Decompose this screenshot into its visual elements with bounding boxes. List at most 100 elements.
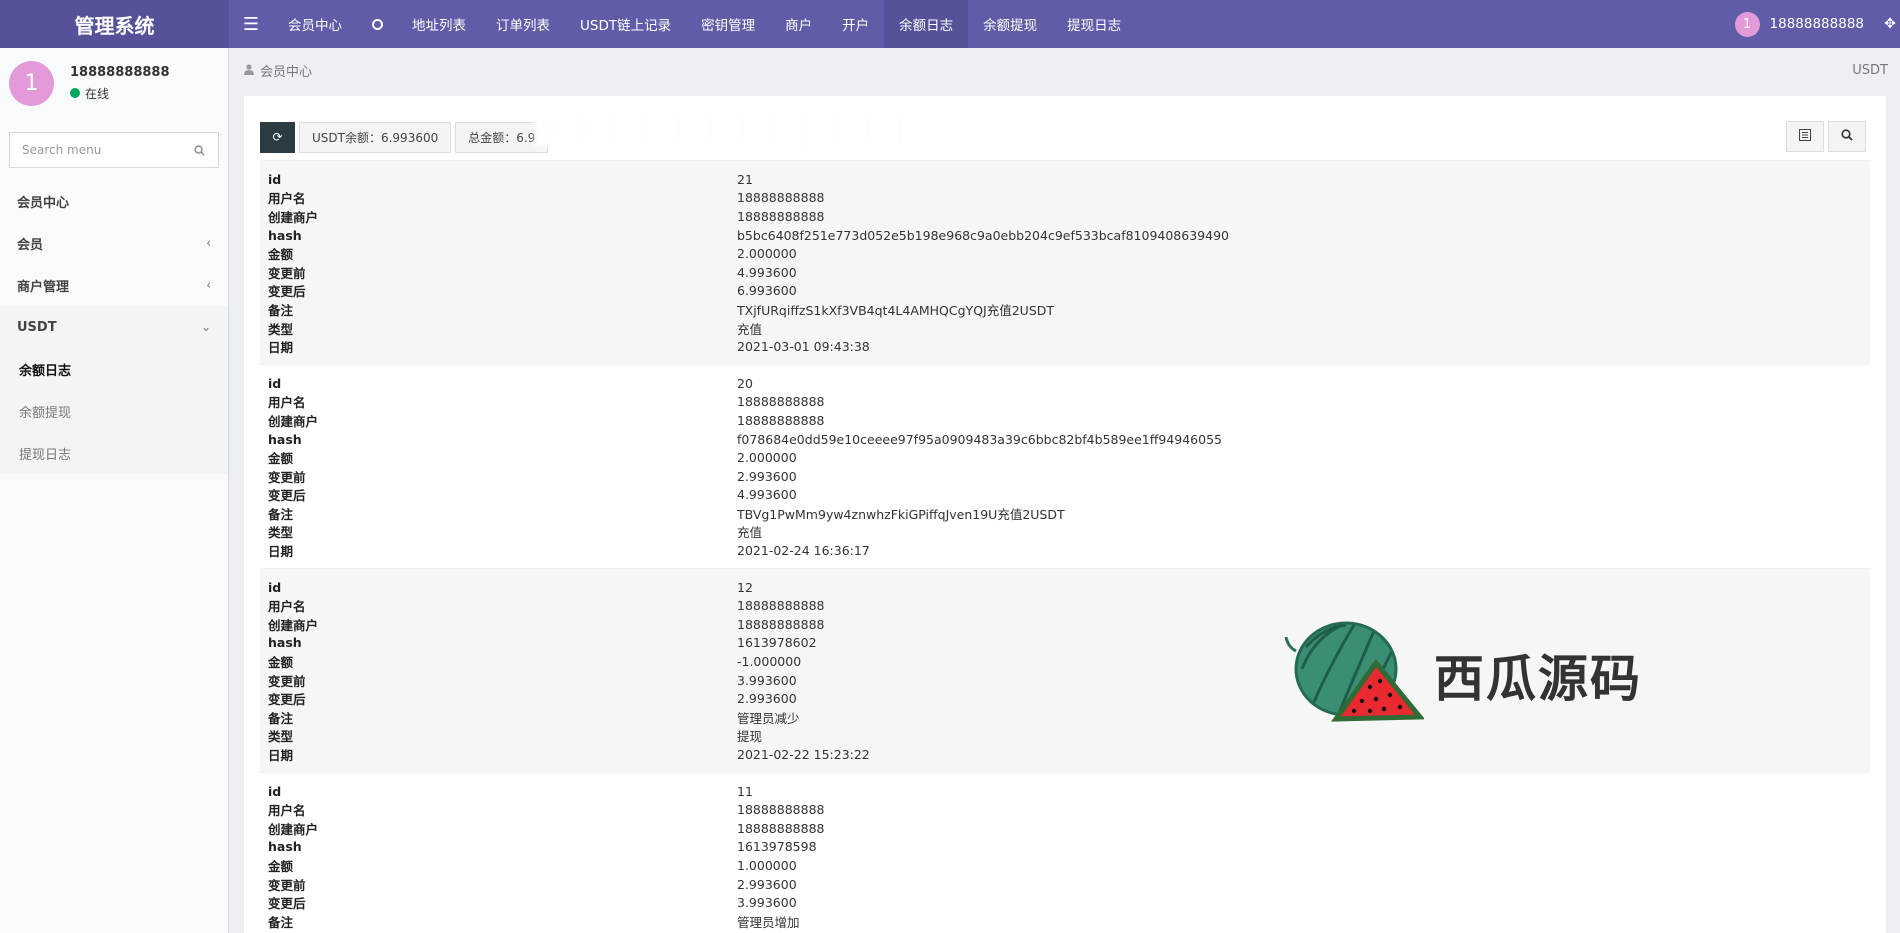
field-value: b5bc6408f251e773d052e5b198e968c9a0ebb204… xyxy=(737,227,1229,243)
field-label: id xyxy=(268,375,282,391)
field-value: 2.993600 xyxy=(737,691,797,707)
field-value: 6.993600 xyxy=(737,283,797,299)
field-label: id xyxy=(268,579,282,595)
sidebar: 1 18888888888 在线 会员中心 会员 ‹ 商户管理 ‹ USDT ⌄… xyxy=(0,48,229,933)
field-value: 2.993600 xyxy=(737,468,797,484)
record-row-id: id 20 xyxy=(260,374,1870,393)
nav-balance-withdraw[interactable]: 余额提现 xyxy=(968,0,1052,48)
record-row-type: 类型 充值 xyxy=(260,523,1870,542)
nav-usdt-chain-records[interactable]: USDT链上记录 xyxy=(565,0,686,48)
records-list: id 21 用户名 18888888888 创建商户 18888888888 hash b5b… xyxy=(260,160,1870,933)
field-value: 1.000000 xyxy=(737,857,797,873)
nav-balance-log[interactable]: 余额日志 xyxy=(884,0,969,48)
sidebar-item-balance-log[interactable]: 余额日志 xyxy=(0,348,228,390)
refresh-icon: ⟳ xyxy=(272,130,283,144)
sidebar-item-label: 会员 xyxy=(17,237,44,253)
user-menu-name: 18888888888 xyxy=(1769,16,1864,32)
app-logo[interactable]: 管理系统 xyxy=(0,0,229,48)
breadcrumb-current[interactable]: 会员中心 xyxy=(260,61,312,80)
field-value: TXjfURqiffzS1kXf3VB4qt4L4AMHQCgYQJ充值2USD… xyxy=(737,302,1055,318)
sidebar-item-member[interactable]: 会员 ‹ xyxy=(0,222,228,264)
field-label: hash xyxy=(268,839,302,855)
field-value: 1613978598 xyxy=(737,839,817,855)
record-row-remark: 备注 TXjfURqiffzS1kXf3VB4qt4L4AMHQCgYQJ充值2U… xyxy=(260,300,1870,319)
field-label: 日期 xyxy=(268,340,294,356)
search-menu-input[interactable] xyxy=(22,143,192,157)
nav-merchant[interactable]: 商户 xyxy=(770,0,827,48)
field-label: 变更前 xyxy=(268,673,306,689)
nav-open-account[interactable]: 开户 xyxy=(827,0,884,48)
nav-withdraw-log[interactable]: 提现日志 xyxy=(1052,0,1136,48)
record-row-type: 类型 提现 xyxy=(260,727,1870,746)
record-row-remark: 备注 TBVg1PwMm9yw4znwhzFkiGPiffqJven19U充值2U… xyxy=(260,504,1870,523)
field-label: 创建商户 xyxy=(268,617,319,633)
field-value: 4.993600 xyxy=(737,487,797,503)
field-value: 管理员减少 xyxy=(737,710,800,726)
field-label: 变更后 xyxy=(268,692,306,708)
record-row-hash: hash b5bc6408f251e773d052e5b198e968c9a0eb… xyxy=(260,226,1870,245)
search-icon[interactable] xyxy=(192,143,206,157)
search-button[interactable] xyxy=(1828,121,1866,152)
field-label: 变更后 xyxy=(268,896,306,912)
field-label: 用户名 xyxy=(268,599,306,615)
nav-circle-button[interactable] xyxy=(357,0,397,48)
nav-address-list[interactable]: 地址列表 xyxy=(397,0,481,48)
top-right-area: 1 18888888888 ✥ xyxy=(1719,0,1900,48)
record-row-merchant: 创建商户 18888888888 xyxy=(260,615,1870,634)
user-name: 18888888888 xyxy=(70,64,170,80)
field-value: 18888888888 xyxy=(737,598,825,614)
field-label: 变更后 xyxy=(268,284,306,300)
record-item: id 12 用户名 18888888888 创建商户 18888888888 hash 161… xyxy=(260,567,1870,772)
refresh-button[interactable]: ⟳ xyxy=(260,121,295,153)
field-label: 类型 xyxy=(268,525,294,541)
field-value: 18888888888 xyxy=(737,616,825,632)
user-menu[interactable]: 1 18888888888 xyxy=(1719,0,1880,48)
field-label: 用户名 xyxy=(268,803,306,819)
sidebar-item-balance-withdraw[interactable]: 余额提现 xyxy=(0,390,228,432)
breadcrumb: 会员中心 USDT xyxy=(230,48,1900,93)
record-row-hash: hash 1613978602 xyxy=(260,634,1870,653)
record-row-before: 变更前 2.993600 xyxy=(260,467,1870,486)
record-row-username: 用户名 18888888888 xyxy=(260,189,1870,208)
field-value: 18888888888 xyxy=(737,208,825,224)
field-label: 备注 xyxy=(268,914,294,930)
sidebar-toggle-button[interactable]: ☰ xyxy=(229,0,273,48)
nav-member-center[interactable]: 会员中心 xyxy=(273,0,357,48)
nav-key-management[interactable]: 密钥管理 xyxy=(686,0,770,48)
record-row-merchant: 创建商户 18888888888 xyxy=(260,411,1870,430)
sidebar-item-label: USDT xyxy=(17,319,57,335)
usdt-balance-badge: USDT余额：6.993600 xyxy=(299,121,452,153)
top-nav: ☰ 会员中心 地址列表 订单列表 USDT链上记录 密钥管理 商户 开户 余额日… xyxy=(229,0,1136,48)
record-item: id 20 用户名 18888888888 创建商户 18888888888 hash f07… xyxy=(260,363,1870,568)
search-menu-box xyxy=(9,132,219,168)
record-row-merchant: 创建商户 18888888888 xyxy=(260,207,1870,226)
record-item: id 21 用户名 18888888888 创建商户 18888888888 hash b5b… xyxy=(260,160,1870,364)
main-content: 会员中心 USDT ⟳ USDT余额：6.993600 总金额：6.9 id 2… xyxy=(230,48,1900,933)
sidebar-item-merchant-management[interactable]: 商户管理 ‹ xyxy=(0,264,228,306)
record-row-date: 日期 2021-03-01 09:43:38 xyxy=(260,337,1870,356)
chevron-left-icon: ‹ xyxy=(206,236,211,250)
record-row-id: id 21 xyxy=(260,170,1870,189)
field-label: 创建商户 xyxy=(268,821,319,837)
sidebar-item-usdt[interactable]: USDT ⌄ xyxy=(0,306,228,348)
user-status-text: 在线 xyxy=(85,86,110,101)
avatar: 1 xyxy=(9,60,54,106)
record-row-merchant: 创建商户 18888888888 xyxy=(260,819,1870,838)
fullscreen-button[interactable]: ✥ xyxy=(1880,0,1900,48)
sidebar-item-member-center[interactable]: 会员中心 xyxy=(0,180,228,222)
list-icon xyxy=(1799,129,1811,144)
field-value: 2.000000 xyxy=(737,450,797,466)
record-row-username: 用户名 18888888888 xyxy=(260,800,1870,819)
record-row-after: 变更后 6.993600 xyxy=(260,282,1870,301)
toggle-view-button[interactable] xyxy=(1786,121,1824,152)
hamburger-icon: ☰ xyxy=(242,13,260,35)
field-label: id xyxy=(268,171,282,187)
field-value: 3.993600 xyxy=(737,895,797,911)
nav-order-list[interactable]: 订单列表 xyxy=(481,0,565,48)
field-value: 21 xyxy=(737,171,753,187)
record-row-before: 变更前 4.993600 xyxy=(260,263,1870,282)
record-row-username: 用户名 18888888888 xyxy=(260,596,1870,615)
field-value: 18888888888 xyxy=(737,802,825,818)
sidebar-item-withdraw-log[interactable]: 提现日志 xyxy=(0,432,228,474)
field-label: 类型 xyxy=(268,321,294,337)
